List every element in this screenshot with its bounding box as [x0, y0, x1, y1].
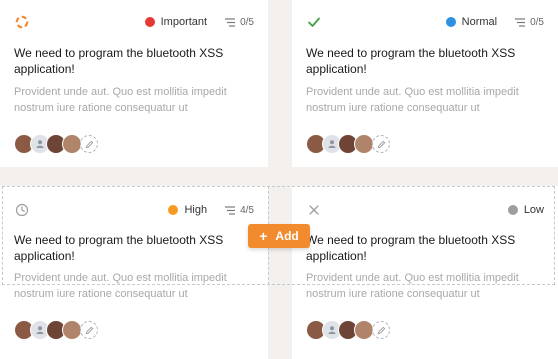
priority-text: Low: [523, 204, 544, 216]
card-header: Normal 0/5: [306, 12, 544, 32]
list-icon: [225, 17, 236, 27]
priority-text: Important: [160, 16, 208, 28]
pencil-icon: [377, 140, 385, 148]
card-description: Provident unde aut. Quo est mollitia imp…: [306, 272, 519, 300]
add-button-label: Add: [275, 229, 299, 243]
priority-text: High: [184, 204, 208, 216]
avatar[interactable]: [354, 134, 374, 154]
pencil-icon: [377, 326, 385, 334]
edit-assignees-button[interactable]: [372, 321, 390, 339]
task-count-text: 0/5: [240, 16, 254, 28]
task-count: 0/5: [515, 17, 544, 28]
task-count: 0/5: [225, 17, 254, 28]
priority-text: Normal: [461, 16, 498, 28]
card-description: Provident unde aut. Quo est mollitia imp…: [14, 272, 227, 300]
assignees: [14, 320, 98, 340]
card-title: We need to program the bluetooth XSS app…: [306, 46, 516, 76]
list-icon: [515, 17, 526, 27]
card-description: Provident unde aut. Quo est mollitia imp…: [14, 86, 227, 114]
task-count-text: 4/5: [240, 204, 254, 216]
pencil-icon: [85, 326, 93, 334]
edit-assignees-button[interactable]: [80, 321, 98, 339]
card-header: High 4/5: [14, 200, 254, 220]
priority-dot: [168, 205, 179, 215]
avatar[interactable]: [62, 320, 82, 340]
task-card[interactable]: Normal 0/5 We need to program the blueto…: [292, 0, 558, 167]
plus-icon: +: [259, 228, 268, 244]
clock-icon[interactable]: [14, 202, 30, 218]
edit-assignees-button[interactable]: [80, 135, 98, 153]
avatar[interactable]: [354, 320, 374, 340]
avatar[interactable]: [62, 134, 82, 154]
task-card[interactable]: High 4/5 We need to program the bluetoot…: [0, 186, 268, 359]
pencil-icon: [85, 140, 93, 148]
assignees: [14, 134, 98, 154]
card-header: Low: [306, 200, 544, 220]
task-card[interactable]: Low We need to program the bluetooth XSS…: [292, 186, 558, 359]
task-count-text: 0/5: [530, 16, 544, 28]
in-progress-icon[interactable]: [14, 14, 30, 30]
card-title: We need to program the bluetooth XSS app…: [14, 233, 224, 263]
priority-dot: [144, 17, 155, 27]
priority-dot: [445, 17, 456, 27]
list-icon: [225, 205, 236, 215]
add-button[interactable]: + Add: [248, 224, 310, 248]
priority-label[interactable]: Normal: [445, 16, 498, 28]
card-title: We need to program the bluetooth XSS app…: [306, 233, 516, 263]
priority-label[interactable]: High: [168, 204, 207, 216]
card-title: We need to program the bluetooth XSS app…: [14, 46, 224, 76]
priority-label[interactable]: Important: [144, 16, 208, 28]
task-card[interactable]: Important 0/5 We need to program the blu…: [0, 0, 268, 167]
priority-dot: [507, 205, 518, 215]
card-header: Important 0/5: [14, 12, 254, 32]
assignees: [306, 320, 390, 340]
assignees: [306, 134, 390, 154]
task-count: 4/5: [225, 205, 254, 216]
edit-assignees-button[interactable]: [372, 135, 390, 153]
card-description: Provident unde aut. Quo est mollitia imp…: [306, 86, 519, 114]
priority-label[interactable]: Low: [507, 204, 544, 216]
close-icon[interactable]: [306, 202, 322, 218]
checkmark-icon[interactable]: [306, 14, 322, 30]
